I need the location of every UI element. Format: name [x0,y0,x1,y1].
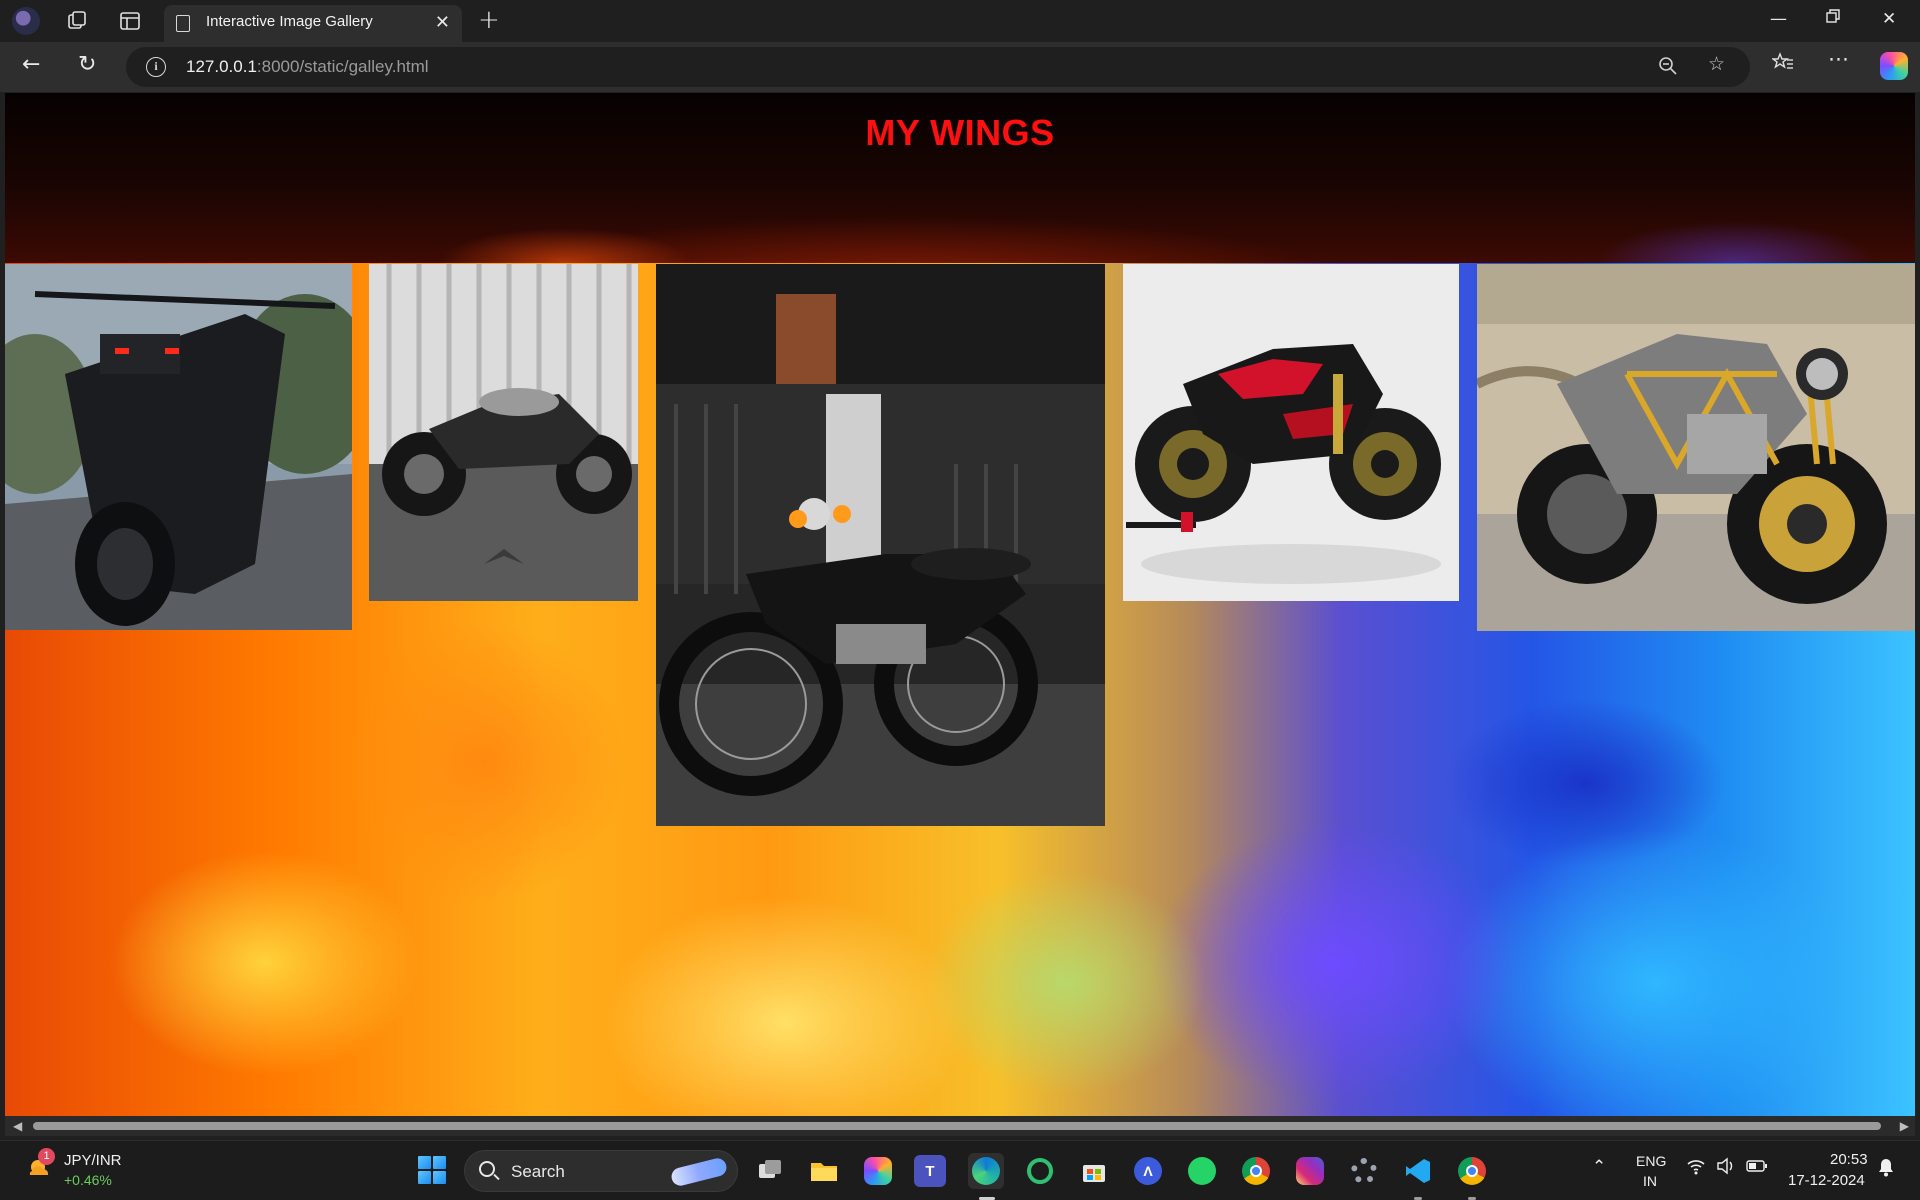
edge-browser-icon[interactable] [968,1153,1004,1189]
loop-app-icon[interactable] [1022,1153,1058,1189]
back-icon[interactable]: ← [22,52,40,77]
page-icon [176,15,190,32]
search-highlight-icon [669,1156,729,1188]
scrollbar-thumb[interactable] [33,1122,1881,1130]
search-icon [479,1161,495,1177]
favorites-icon[interactable] [1770,51,1794,78]
file-explorer-icon[interactable] [806,1153,842,1189]
scroll-left-icon[interactable]: ◀ [13,1119,22,1133]
minimize-icon[interactable]: — [1770,9,1787,29]
tab-title: Interactive Image Gallery [206,13,373,30]
classic-rx-photo[interactable] [656,264,1105,826]
battery-icon[interactable] [1746,1157,1768,1180]
volume-icon[interactable] [1716,1157,1736,1180]
task-view-icon[interactable] [752,1153,788,1189]
new-tab-icon[interactable]: + [478,5,500,35]
scroll-right-icon[interactable]: ▶ [1900,1119,1909,1133]
store-icon[interactable] [1076,1153,1112,1189]
browser-toolbar: ← ↻ i 127.0.0.1:8000/static/galley.html … [0,42,1920,92]
search-label: Search [511,1162,565,1181]
cafe-racer-photo[interactable] [369,264,638,601]
page-viewport: MY WINGS [5,93,1915,1116]
windows-taskbar: 1 JPY/INR +0.46% Search T Λ ⌃ ENG IN 20:… [0,1140,1920,1200]
clock-date[interactable]: 17-12-2024 [1788,1172,1865,1189]
widget-change: +0.46% [64,1172,112,1188]
widget-title[interactable]: JPY/INR [64,1152,122,1169]
notification-bell-icon[interactable] [1877,1157,1895,1182]
language-code[interactable]: ENG [1636,1153,1666,1169]
close-window-icon[interactable]: ✕ [1882,9,1896,29]
show-hidden-icons-chevron-icon[interactable]: ⌃ [1592,1157,1606,1177]
more-menu-icon[interactable]: ⋯ [1828,47,1849,71]
wifi-icon[interactable] [1686,1157,1706,1180]
chrome-icon[interactable] [1238,1153,1274,1189]
address-bar[interactable]: i 127.0.0.1:8000/static/galley.html ☆ [126,47,1750,87]
copilot-app-icon[interactable] [860,1153,896,1189]
start-button[interactable] [418,1156,446,1184]
superbike-naked-photo[interactable] [1123,264,1459,601]
tab-active[interactable]: Interactive Image Gallery ✕ [164,5,462,42]
favorite-star-icon[interactable]: ☆ [1708,53,1725,75]
widget-badge: 1 [38,1148,55,1165]
clock-time[interactable]: 20:53 [1830,1151,1868,1168]
horizontal-scrollbar[interactable]: ◀ ▶ [5,1116,1915,1136]
taskbar-search[interactable]: Search [464,1150,738,1192]
page-title: MY WINGS [865,112,1055,153]
url-text[interactable]: 127.0.0.1:8000/static/galley.html [186,57,429,77]
settings-gear-icon[interactable] [1346,1153,1382,1189]
profile-avatar[interactable] [12,7,40,35]
language-region[interactable]: IN [1643,1173,1657,1189]
custom-trellis-photo[interactable] [1477,264,1915,631]
chrome-profile-icon[interactable] [1454,1153,1490,1189]
arc-app-icon[interactable]: Λ [1130,1153,1166,1189]
vscode-icon[interactable] [1400,1153,1436,1189]
close-tab-icon[interactable]: ✕ [435,12,450,33]
workspaces-icon[interactable] [64,8,90,34]
whatsapp-icon[interactable] [1184,1153,1220,1189]
instagram-icon[interactable] [1292,1153,1328,1189]
browser-title-bar: Interactive Image Gallery ✕ + — ✕ [0,0,1920,42]
restore-icon[interactable] [1825,8,1841,29]
tab-actions-icon[interactable] [117,8,143,34]
site-info-icon[interactable]: i [146,57,166,77]
zoom-out-icon[interactable] [1658,56,1678,81]
refresh-icon[interactable]: ↻ [78,52,96,77]
copilot-icon[interactable] [1880,52,1908,80]
teams-icon[interactable]: T [914,1155,946,1187]
black-streetfighter-photo[interactable] [5,264,352,630]
